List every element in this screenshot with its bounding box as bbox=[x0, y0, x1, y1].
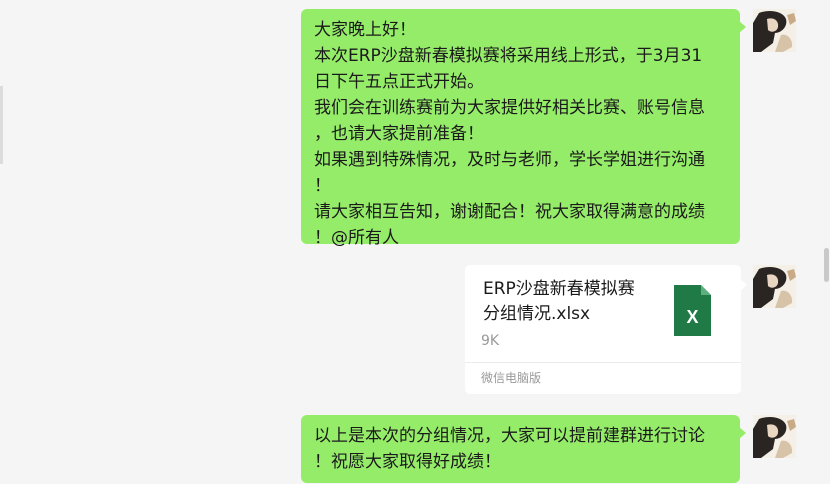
divider bbox=[465, 362, 741, 363]
file-name-line: ERP沙盘新春模拟赛 bbox=[483, 279, 635, 299]
file-name: ERP沙盘新春模拟赛 分组情况.xlsx bbox=[483, 277, 635, 327]
file-message-card[interactable]: ERP沙盘新春模拟赛 分组情况.xlsx X 9K 微信电脑版 bbox=[465, 265, 747, 394]
xlsx-icon: X bbox=[674, 285, 711, 336]
message-line: 我们会在训练赛前为大家提供好相关比赛、账号信息 bbox=[314, 98, 705, 118]
message-line: 如果遇到特殊情况，及时与老师，学长学姐进行沟通 bbox=[314, 150, 705, 170]
message-line: ，也请大家提前准备！ bbox=[314, 124, 484, 144]
message-line: ！@所有人 bbox=[314, 228, 399, 248]
message-line: 请大家相互告知，谢谢配合！祝大家取得满意的成绩 bbox=[314, 202, 705, 222]
left-panel-edge bbox=[0, 86, 3, 164]
avatar-image bbox=[753, 9, 796, 52]
message-line: ！祝愿大家取得好成绩！ bbox=[314, 452, 501, 472]
file-size: 9K bbox=[481, 333, 500, 349]
avatar-image bbox=[753, 265, 796, 308]
avatar[interactable] bbox=[753, 9, 796, 52]
avatar[interactable] bbox=[753, 265, 796, 308]
file-name-line: 分组情况.xlsx bbox=[483, 304, 591, 324]
avatar[interactable] bbox=[753, 415, 796, 458]
file-source-label: 微信电脑版 bbox=[481, 371, 542, 385]
scrollbar-thumb[interactable] bbox=[824, 248, 829, 282]
xlsx-icon-letter: X bbox=[686, 307, 698, 327]
message-line: 日下午五点正式开始。 bbox=[314, 72, 484, 92]
message-bubble[interactable]: 大家晚上好！ 本次ERP沙盘新春模拟赛将采用线上形式，于3月31 日下午五点正式… bbox=[301, 9, 746, 248]
message-line: 本次ERP沙盘新春模拟赛将采用线上形式，于3月31 bbox=[314, 46, 703, 66]
avatar-image bbox=[753, 415, 796, 458]
message-line: 以上是本次的分组情况，大家可以提前建群进行讨论 bbox=[314, 426, 705, 446]
message-line: 大家晚上好！ bbox=[314, 20, 416, 40]
message-line: ！ bbox=[314, 176, 331, 196]
message-bubble[interactable]: 以上是本次的分组情况，大家可以提前建群进行讨论 ！祝愿大家取得好成绩！ bbox=[301, 415, 746, 483]
